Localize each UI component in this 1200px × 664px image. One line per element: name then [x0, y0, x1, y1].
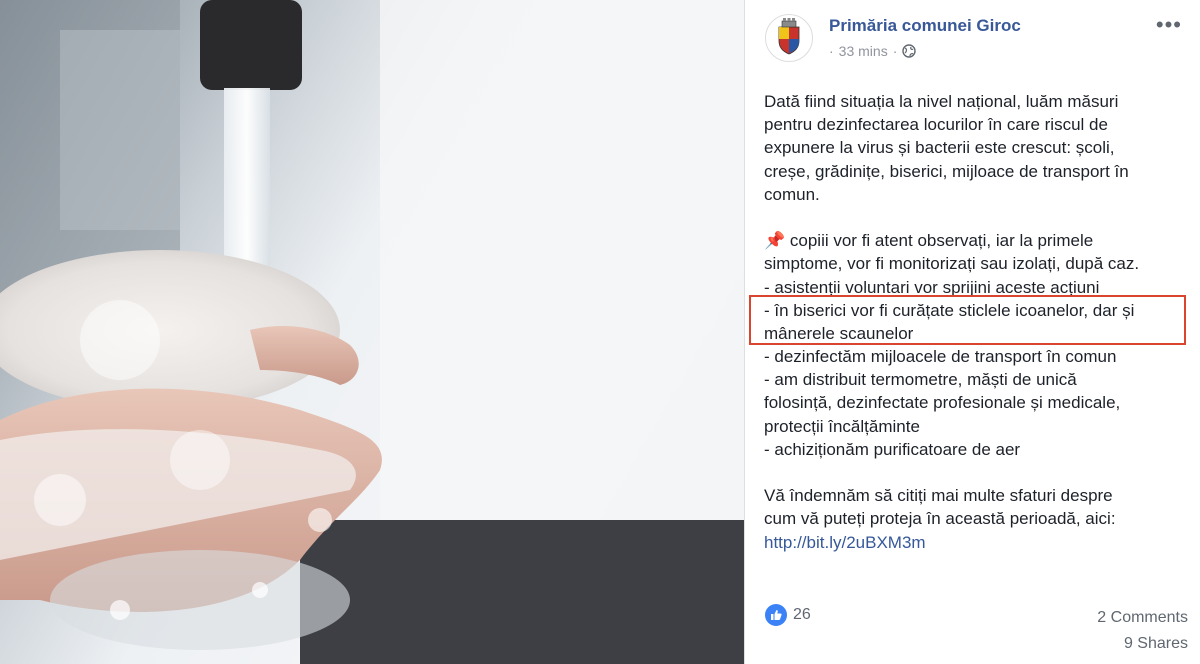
shares-count-link[interactable]: 9 Shares: [1124, 635, 1188, 653]
post-line-highlighted: mânerele scaunelor: [764, 323, 914, 343]
post-line: expunere la virus și bacterii este cresc…: [764, 138, 1115, 158]
page-name-link[interactable]: Primăria comunei Giroc: [829, 16, 1021, 36]
post-line: 📌 copiii vor fi atent observați, iar la …: [764, 231, 1094, 251]
meta-separator: ·: [829, 43, 834, 59]
meta-separator-2: ·: [892, 43, 898, 59]
post-link[interactable]: http://bit.ly/2uBXM3m: [764, 531, 1194, 554]
post-line: - asistenții voluntari vor sprijini aces…: [764, 277, 1100, 297]
post-line: [764, 206, 1194, 229]
post-line: protecții încălțăminte: [764, 416, 920, 436]
post-panel: Primăria comunei Giroc · 33 mins · ••• D…: [744, 0, 1200, 664]
likes-count: 26: [793, 606, 811, 623]
post-line: Vă îndemnăm să citiți mai multe sfaturi …: [764, 486, 1113, 506]
post-line: Dată fiind situația la nivel național, l…: [764, 92, 1119, 111]
more-options-icon[interactable]: •••: [1156, 12, 1182, 38]
handwash-image: [0, 0, 744, 664]
post-photo[interactable]: [0, 0, 744, 664]
post-line: - am distribuit termometre, măști de uni…: [764, 370, 1077, 390]
post-line: - dezinfectăm mijloacele de transport în…: [764, 347, 1117, 367]
post-line: cum vă puteți proteja în această perioad…: [764, 509, 1116, 529]
globe-icon[interactable]: [902, 44, 917, 58]
post-line: comun.: [764, 184, 820, 204]
post-line: [764, 461, 1194, 484]
comments-count-link[interactable]: 2 Comments: [1097, 609, 1188, 627]
post-line: folosință, dezinfectate profesionale și …: [764, 393, 1121, 413]
reactions-summary[interactable]: 26: [765, 604, 811, 626]
post-timestamp[interactable]: 33 mins: [839, 43, 888, 59]
post-line: creșe, grădinițe, biserici, mijloace de …: [764, 161, 1129, 181]
post-body: Dată fiind situația la nivel național, l…: [764, 90, 1194, 554]
page-avatar[interactable]: [765, 14, 813, 62]
post-line: pentru dezinfectarea locurilor în care r…: [764, 115, 1108, 135]
post-line: - achiziționăm purificatoare de aer: [764, 439, 1021, 459]
post-line-highlighted: - în biserici vor fi curățate sticlele i…: [764, 300, 1135, 320]
coat-of-arms-icon: [778, 18, 800, 55]
post-line: simptome, vor fi monitorizați sau izolaț…: [764, 254, 1140, 274]
post-viewer: Primăria comunei Giroc · 33 mins · ••• D…: [0, 0, 1200, 664]
like-icon: [765, 604, 787, 626]
post-meta: · 33 mins ·: [829, 43, 917, 59]
